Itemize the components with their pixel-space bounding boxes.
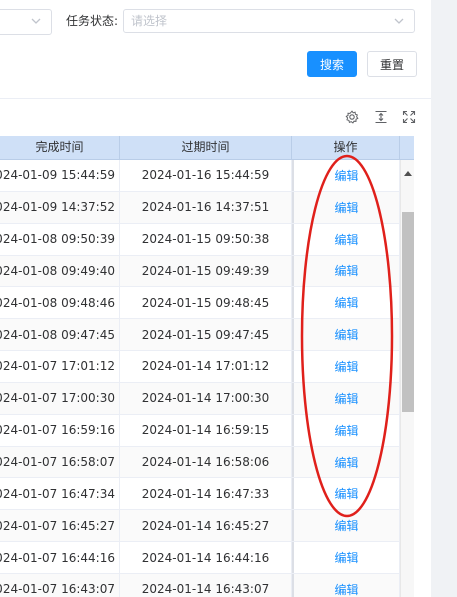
- table-row: 2024-01-08 09:48:46 2024-01-15 09:48:45 编辑: [0, 287, 400, 320]
- task-list-panel: 任务状态: 搜索 重置 完成时间 过期时间 操作 2024-01-09 15:4…: [0, 0, 431, 597]
- chevron-down-icon: [392, 14, 406, 31]
- cell-expire-time: 2024-01-15 09:48:45: [120, 287, 292, 319]
- cell-completed-time: 2024-01-09 14:37:52: [0, 191, 120, 223]
- table-row: 2024-01-08 09:49:40 2024-01-15 09:49:39 编辑: [0, 255, 400, 288]
- cell-actions: 编辑: [292, 446, 400, 478]
- cell-completed-time: 2024-01-07 16:47:34: [0, 478, 120, 510]
- edit-link[interactable]: 编辑: [334, 581, 358, 597]
- header-gutter: [400, 136, 414, 160]
- edit-link[interactable]: 编辑: [334, 231, 358, 248]
- edit-link[interactable]: 编辑: [334, 358, 358, 375]
- table-row: 2024-01-09 15:44:59 2024-01-16 15:44:59 编辑: [0, 160, 400, 192]
- cell-expire-time: 2024-01-16 14:37:51: [120, 191, 292, 223]
- table-row: 2024-01-07 16:58:07 2024-01-14 16:58:06 编辑: [0, 446, 400, 479]
- reset-button[interactable]: 重置: [367, 51, 417, 77]
- cell-expire-time: 2024-01-14 16:47:33: [120, 478, 292, 510]
- cell-completed-time: 2024-01-08 09:48:46: [0, 287, 120, 319]
- cell-completed-time: 2024-01-08 09:50:39: [0, 223, 120, 255]
- table-row: 2024-01-07 17:00:30 2024-01-14 17:00:30 编辑: [0, 382, 400, 415]
- cell-actions: 编辑: [292, 191, 400, 223]
- table-row: 2024-01-08 09:50:39 2024-01-15 09:50:38 编辑: [0, 223, 400, 256]
- scroll-up-arrow-icon[interactable]: [404, 166, 412, 180]
- cell-completed-time: 2024-01-08 09:47:45: [0, 319, 120, 351]
- cell-actions: 编辑: [292, 287, 400, 319]
- table-body: 2024-01-09 15:44:59 2024-01-16 15:44:59 编辑…: [0, 160, 400, 597]
- edit-link[interactable]: 编辑: [334, 167, 358, 184]
- task-status-select[interactable]: [123, 9, 415, 33]
- cell-actions: 编辑: [292, 478, 400, 510]
- edit-link[interactable]: 编辑: [334, 199, 358, 216]
- cell-actions: 编辑: [292, 542, 400, 573]
- cell-actions: 编辑: [292, 573, 400, 597]
- cell-expire-time: 2024-01-15 09:47:45: [120, 319, 292, 351]
- divider: [0, 98, 431, 99]
- table-row: 2024-01-07 17:01:12 2024-01-14 17:01:12 编辑: [0, 351, 400, 383]
- cell-expire-time: 2024-01-14 16:43:07: [120, 573, 292, 597]
- edit-link[interactable]: 编辑: [334, 294, 358, 311]
- column-header-completed-time[interactable]: 完成时间: [0, 136, 120, 159]
- task-status-input[interactable]: [124, 10, 381, 32]
- cell-expire-time: 2024-01-15 09:49:39: [120, 255, 292, 287]
- edit-link[interactable]: 编辑: [334, 262, 358, 279]
- cell-actions: 编辑: [292, 223, 400, 255]
- scroll-thumb[interactable]: [402, 212, 414, 412]
- cell-expire-time: 2024-01-14 17:00:30: [120, 382, 292, 414]
- search-button[interactable]: 搜索: [307, 51, 357, 77]
- table-row: 2024-01-07 16:45:27 2024-01-14 16:45:27 编辑: [0, 510, 400, 543]
- cell-completed-time: 2024-01-07 16:45:27: [0, 510, 120, 542]
- cell-completed-time: 2024-01-07 16:58:07: [0, 446, 120, 478]
- cell-completed-time: 2024-01-07 17:00:30: [0, 382, 120, 414]
- column-header-actions: 操作: [292, 136, 400, 159]
- task-table: 完成时间 过期时间 操作 2024-01-09 15:44:59 2024-01-…: [0, 136, 414, 597]
- table-row: 2024-01-09 14:37:52 2024-01-16 14:37:51 编辑: [0, 191, 400, 224]
- cell-actions: 编辑: [292, 414, 400, 446]
- cell-completed-time: 2024-01-08 09:49:40: [0, 255, 120, 287]
- table-row: 2024-01-08 09:47:45 2024-01-15 09:47:45 编辑: [0, 319, 400, 352]
- cell-actions: 编辑: [292, 382, 400, 414]
- table-row: 2024-01-07 16:44:16 2024-01-14 16:44:16 编辑: [0, 542, 400, 574]
- cell-completed-time: 2024-01-07 16:44:16: [0, 542, 120, 573]
- edit-link[interactable]: 编辑: [334, 485, 358, 502]
- edit-link[interactable]: 编辑: [334, 549, 358, 566]
- task-status-label: 任务状态:: [66, 14, 119, 28]
- cell-expire-time: 2024-01-16 15:44:59: [120, 160, 292, 191]
- edit-link[interactable]: 编辑: [334, 422, 358, 439]
- fullscreen-icon[interactable]: [402, 110, 416, 124]
- cell-expire-time: 2024-01-14 16:59:15: [120, 414, 292, 446]
- cell-expire-time: 2024-01-14 17:01:12: [120, 351, 292, 382]
- table-row: 2024-01-07 16:43:07 2024-01-14 16:43:07 编辑: [0, 573, 400, 597]
- table-scrollbar[interactable]: [400, 160, 414, 597]
- cell-expire-time: 2024-01-14 16:45:27: [120, 510, 292, 542]
- edit-link[interactable]: 编辑: [334, 454, 358, 471]
- table-header: 完成时间 过期时间 操作: [0, 136, 400, 160]
- cell-expire-time: 2024-01-15 09:50:38: [120, 223, 292, 255]
- cell-actions: 编辑: [292, 255, 400, 287]
- cell-completed-time: 2024-01-09 15:44:59: [0, 160, 120, 191]
- edit-link[interactable]: 编辑: [334, 517, 358, 534]
- cell-completed-time: 2024-01-07 16:59:16: [0, 414, 120, 446]
- cell-actions: 编辑: [292, 351, 400, 382]
- settings-icon[interactable]: [345, 110, 359, 124]
- table-row: 2024-01-07 16:59:16 2024-01-14 16:59:15 编辑: [0, 414, 400, 447]
- cell-expire-time: 2024-01-14 16:44:16: [120, 542, 292, 573]
- chevron-down-icon: [29, 14, 43, 31]
- edit-link[interactable]: 编辑: [334, 390, 358, 407]
- partial-filter-select[interactable]: [0, 9, 52, 35]
- column-header-expire-time[interactable]: 过期时间: [120, 136, 292, 159]
- cell-expire-time: 2024-01-14 16:58:06: [120, 446, 292, 478]
- cell-actions: 编辑: [292, 510, 400, 542]
- cell-actions: 编辑: [292, 160, 400, 191]
- vertical-height-icon[interactable]: [374, 110, 388, 124]
- table-row: 2024-01-07 16:47:34 2024-01-14 16:47:33 编辑: [0, 478, 400, 511]
- cell-actions: 编辑: [292, 319, 400, 351]
- cell-completed-time: 2024-01-07 17:01:12: [0, 351, 120, 382]
- cell-completed-time: 2024-01-07 16:43:07: [0, 573, 120, 597]
- edit-link[interactable]: 编辑: [334, 326, 358, 343]
